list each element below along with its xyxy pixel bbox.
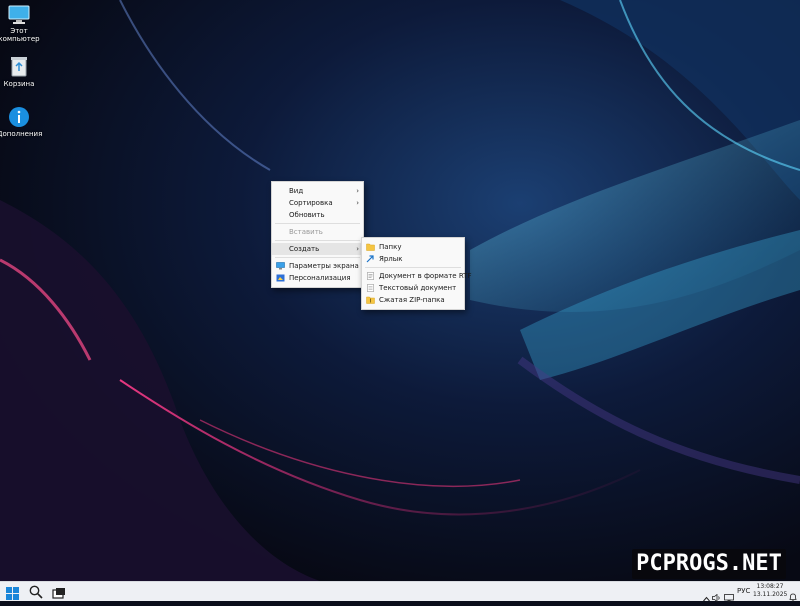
context-menu: Вид › Сортировка › Обновить Вставить Соз…	[271, 181, 364, 288]
text-document-icon	[367, 284, 374, 292]
volume-button[interactable]	[712, 587, 721, 606]
clock[interactable]: 13:08:27 13.11.2025	[753, 583, 787, 599]
menu-separator	[275, 223, 360, 224]
network-icon	[724, 594, 734, 602]
language-indicator[interactable]: РУС	[737, 587, 750, 595]
shortcut-arrow-icon	[366, 255, 374, 263]
menu-item-label: Вид	[289, 187, 304, 195]
submenu-item-label: Сжатая ZIP-папка	[379, 296, 445, 304]
network-button[interactable]	[724, 587, 734, 606]
menu-item-label: Создать	[289, 245, 320, 253]
recycle-bin-icon	[11, 57, 27, 77]
clock-date: 13.11.2025	[753, 591, 788, 598]
submenu-item-zip-folder[interactable]: Сжатая ZIP-папка	[362, 294, 464, 306]
display-icon	[276, 262, 285, 270]
search-icon	[29, 585, 43, 599]
monitor-icon	[8, 5, 30, 24]
menu-item-create[interactable]: Создать ›	[272, 243, 363, 255]
notifications-button[interactable]	[789, 587, 797, 606]
chevron-up-icon	[703, 596, 710, 602]
chevron-right-icon: ›	[356, 199, 359, 207]
watermark-text: PCPROGS.NET	[636, 551, 782, 576]
submenu-item-label: Папку	[379, 243, 402, 251]
desktop-icon-this-pc[interactable]: Этот компьютер	[0, 5, 41, 43]
menu-item-label: Сортировка	[289, 199, 333, 207]
menu-item-label: Обновить	[289, 211, 325, 219]
menu-separator	[365, 267, 461, 268]
task-view-icon	[52, 588, 65, 599]
tray-overflow-button[interactable]	[703, 587, 710, 606]
folder-icon	[366, 243, 375, 251]
submenu-item-rtf-document[interactable]: Документ в формате RTF	[362, 270, 472, 282]
menu-item-label: Персонализация	[289, 274, 351, 282]
menu-separator	[275, 240, 360, 241]
submenu-item-folder[interactable]: Папку	[362, 241, 464, 253]
desktop-icon-label: Этот компьютер	[0, 27, 40, 43]
notification-bell-icon	[789, 593, 797, 602]
search-button[interactable]	[29, 584, 43, 603]
menu-item-refresh[interactable]: Обновить	[272, 209, 363, 221]
taskbar: РУС 13:08:27 13.11.2025	[0, 581, 800, 604]
submenu-item-label: Ярлык	[379, 255, 403, 263]
clock-time: 13:08:27	[756, 583, 784, 590]
menu-item-label: Вставить	[289, 228, 323, 236]
desktop-icon-label: Корзина	[3, 80, 35, 88]
menu-item-personalization[interactable]: Персонализация	[272, 272, 363, 284]
chevron-right-icon: ›	[356, 245, 359, 253]
submenu-item-shortcut[interactable]: Ярлык	[362, 253, 464, 265]
speaker-icon	[712, 593, 720, 603]
menu-item-display-settings[interactable]: Параметры экрана	[272, 260, 363, 272]
desktop[interactable]: Этот компьютер Корзина Дополнения Вид › …	[0, 0, 800, 581]
info-icon	[9, 107, 29, 127]
submenu-item-label: Документ в формате RTF	[379, 272, 472, 280]
watermark: PCPROGS.NET	[632, 549, 786, 579]
menu-item-sort[interactable]: Сортировка ›	[272, 197, 363, 209]
menu-item-paste: Вставить	[272, 226, 363, 238]
desktop-icon-label: Дополнения	[0, 130, 43, 138]
menu-item-view[interactable]: Вид ›	[272, 185, 363, 197]
menu-item-label: Параметры экрана	[289, 262, 359, 270]
zip-folder-icon	[366, 296, 375, 304]
desktop-icon-addons[interactable]: Дополнения	[0, 106, 43, 138]
windows-logo-icon	[6, 587, 19, 600]
submenu-item-text-document[interactable]: Текстовый документ	[362, 282, 464, 294]
task-view-button[interactable]	[52, 585, 66, 604]
submenu-item-label: Текстовый документ	[379, 284, 457, 292]
personalization-icon	[276, 274, 285, 282]
document-icon	[367, 272, 374, 280]
chevron-right-icon: ›	[356, 187, 359, 195]
menu-separator	[275, 257, 360, 258]
desktop-icon-recycle-bin[interactable]: Корзина	[0, 56, 41, 88]
start-button[interactable]	[6, 585, 19, 604]
create-submenu: Папку Ярлык Документ в формате RTF Текст…	[361, 237, 472, 310]
